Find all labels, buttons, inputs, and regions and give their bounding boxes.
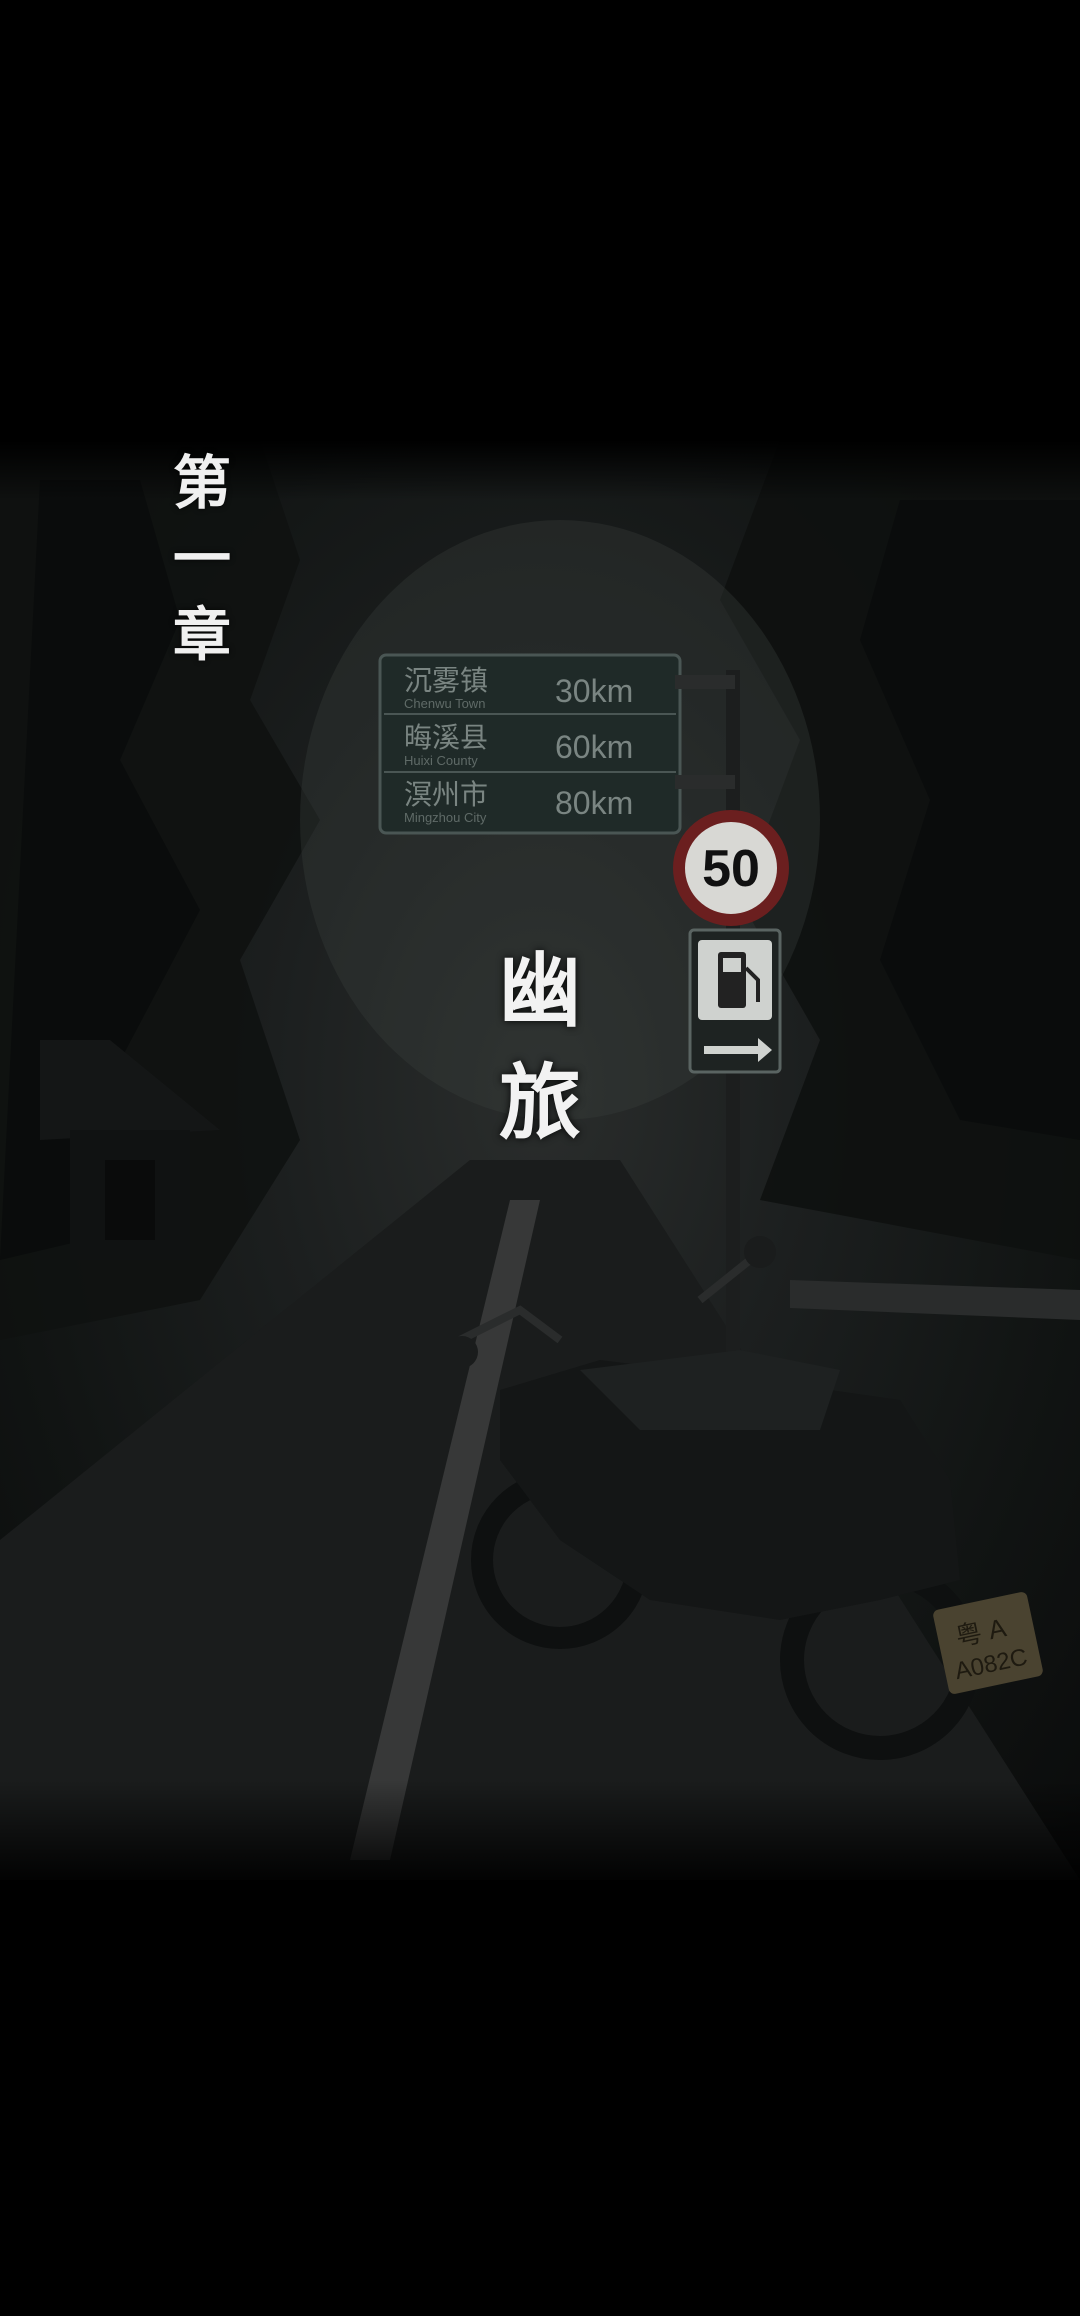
fuel-sign	[688, 928, 782, 1074]
speed-limit-sign: 50	[673, 810, 789, 926]
game-screen[interactable]: 沉雾镇 Chenwu Town 30km 晦溪县 Huixi County 60…	[0, 0, 1080, 2316]
chapter-char: 第	[172, 449, 231, 517]
svg-text:晦溪县: 晦溪县	[404, 722, 488, 753]
chapter-title: 幽 旅	[490, 935, 590, 1159]
svg-text:Huixi County: Huixi County	[404, 753, 478, 768]
svg-text:Chenwu Town: Chenwu Town	[404, 696, 485, 711]
svg-text:Mingzhou City: Mingzhou City	[404, 810, 487, 825]
svg-text:80km: 80km	[555, 785, 633, 821]
svg-text:60km: 60km	[555, 729, 633, 765]
bottom-fade	[0, 1780, 1080, 1890]
scene-illustration: 沉雾镇 Chenwu Town 30km 晦溪县 Huixi County 60…	[0, 440, 1080, 1880]
background-scene: 沉雾镇 Chenwu Town 30km 晦溪县 Huixi County 60…	[0, 440, 1080, 1880]
svg-text:沉雾镇: 沉雾镇	[404, 665, 488, 696]
svg-text:溟州市: 溟州市	[404, 779, 488, 810]
title-char: 旅	[498, 1055, 581, 1151]
chapter-char: 章	[172, 601, 231, 669]
chapter-label: 第 一 章	[172, 445, 232, 673]
chapter-char: 一	[172, 525, 231, 593]
svg-text:50: 50	[702, 840, 760, 898]
top-fade	[0, 440, 1080, 500]
title-char: 幽	[498, 943, 581, 1039]
svg-text:30km: 30km	[555, 673, 633, 709]
